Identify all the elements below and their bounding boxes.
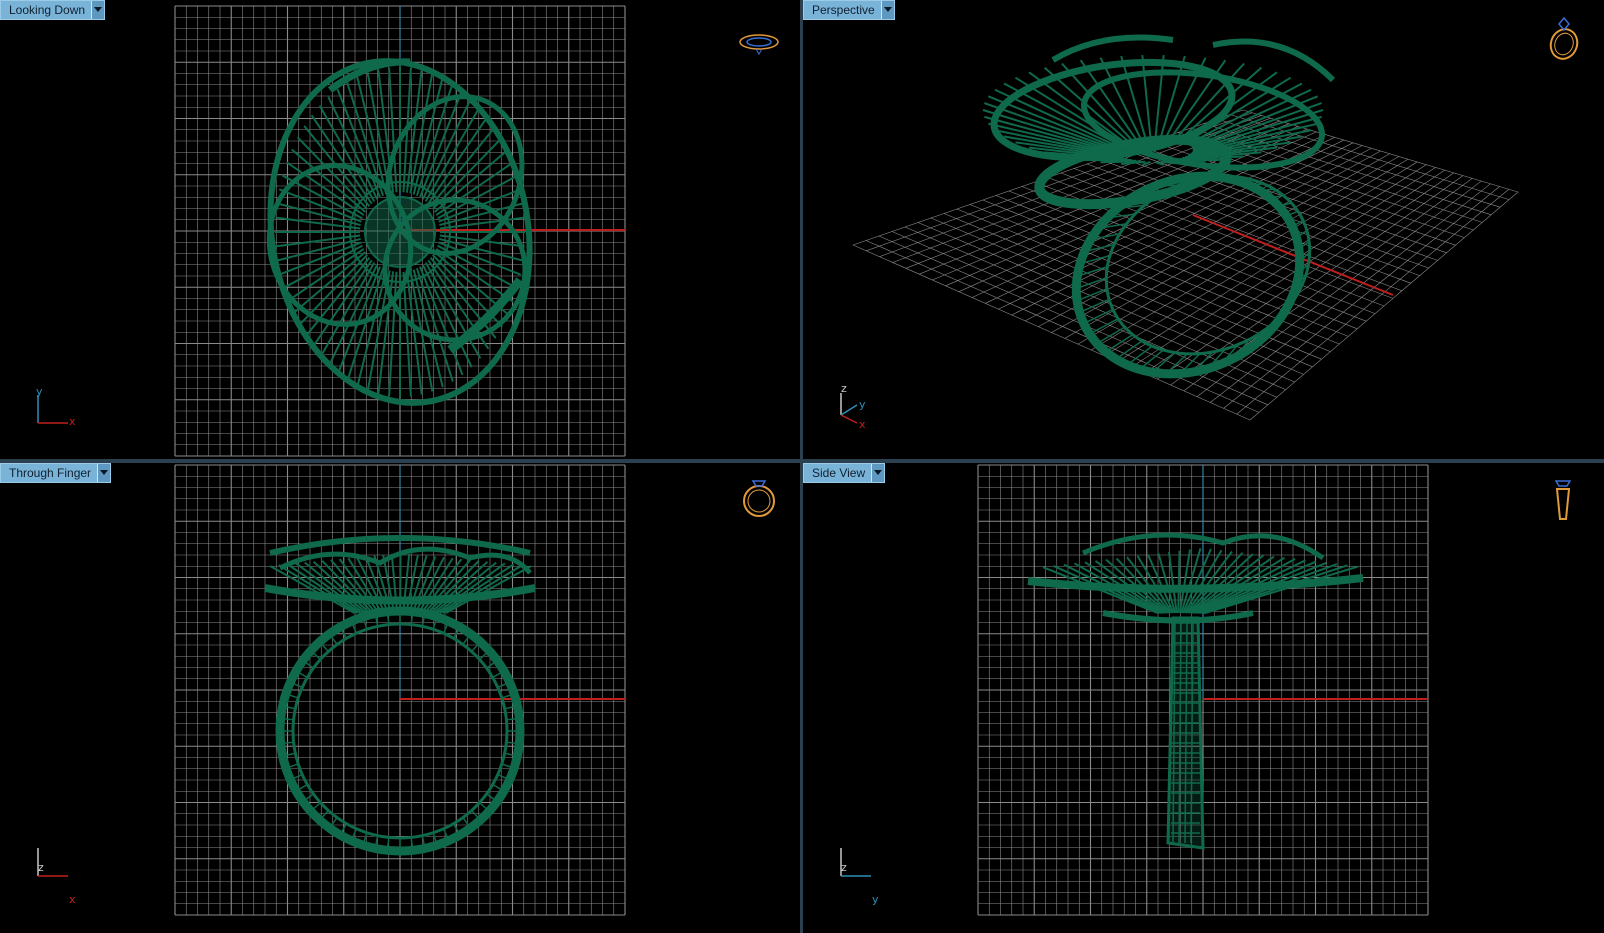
axis-label-y: y <box>859 398 866 411</box>
viewport-tab-side-view[interactable]: Side View <box>803 463 886 483</box>
axis-label-x: x <box>69 893 76 906</box>
viewport-splitter-horizontal[interactable] <box>0 459 1604 463</box>
chevron-down-icon[interactable] <box>880 1 894 19</box>
viewport-splitter-vertical[interactable] <box>800 0 803 933</box>
chevron-down-icon[interactable] <box>871 464 885 482</box>
ring-front-view-icon[interactable] <box>738 475 780 519</box>
viewport-through-finger[interactable]: Through Finger z x <box>0 463 800 933</box>
axis-label-y: y <box>36 385 43 398</box>
viewport-canvas[interactable] <box>803 0 1604 459</box>
viewport-side-view[interactable]: Side View z y <box>803 463 1604 933</box>
chevron-down-icon[interactable] <box>97 464 111 482</box>
viewport-label: Through Finger <box>9 466 92 480</box>
viewport-canvas[interactable] <box>0 463 800 933</box>
viewport-label: Perspective <box>812 3 875 17</box>
axis-label-z: z <box>38 861 44 874</box>
viewport-looking-down[interactable]: Looking Down y x <box>0 0 800 459</box>
axis-label-x: x <box>859 418 866 431</box>
ring-perspective-icon[interactable] <box>1545 14 1583 62</box>
ring-side-view-icon[interactable] <box>1549 475 1577 527</box>
viewport-perspective[interactable]: Perspective z y x <box>803 0 1604 459</box>
viewport-canvas[interactable] <box>0 0 800 459</box>
axis-label-x: x <box>69 415 76 428</box>
viewport-tab-through-finger[interactable]: Through Finger <box>0 463 112 483</box>
viewport-tab-perspective[interactable]: Perspective <box>803 0 895 20</box>
ring-model <box>982 34 1336 379</box>
viewport-canvas[interactable] <box>803 463 1604 933</box>
ring-top-view-icon[interactable] <box>738 30 780 56</box>
axis-label-z: z <box>841 382 847 395</box>
viewport-label: Looking Down <box>9 3 86 17</box>
ring-model <box>1027 532 1364 850</box>
chevron-down-icon[interactable] <box>91 1 105 19</box>
axis-label-y: y <box>872 893 879 906</box>
axis-label-z: z <box>841 861 847 874</box>
viewport-label: Side View <box>812 466 866 480</box>
viewport-tab-looking-down[interactable]: Looking Down <box>0 0 106 20</box>
